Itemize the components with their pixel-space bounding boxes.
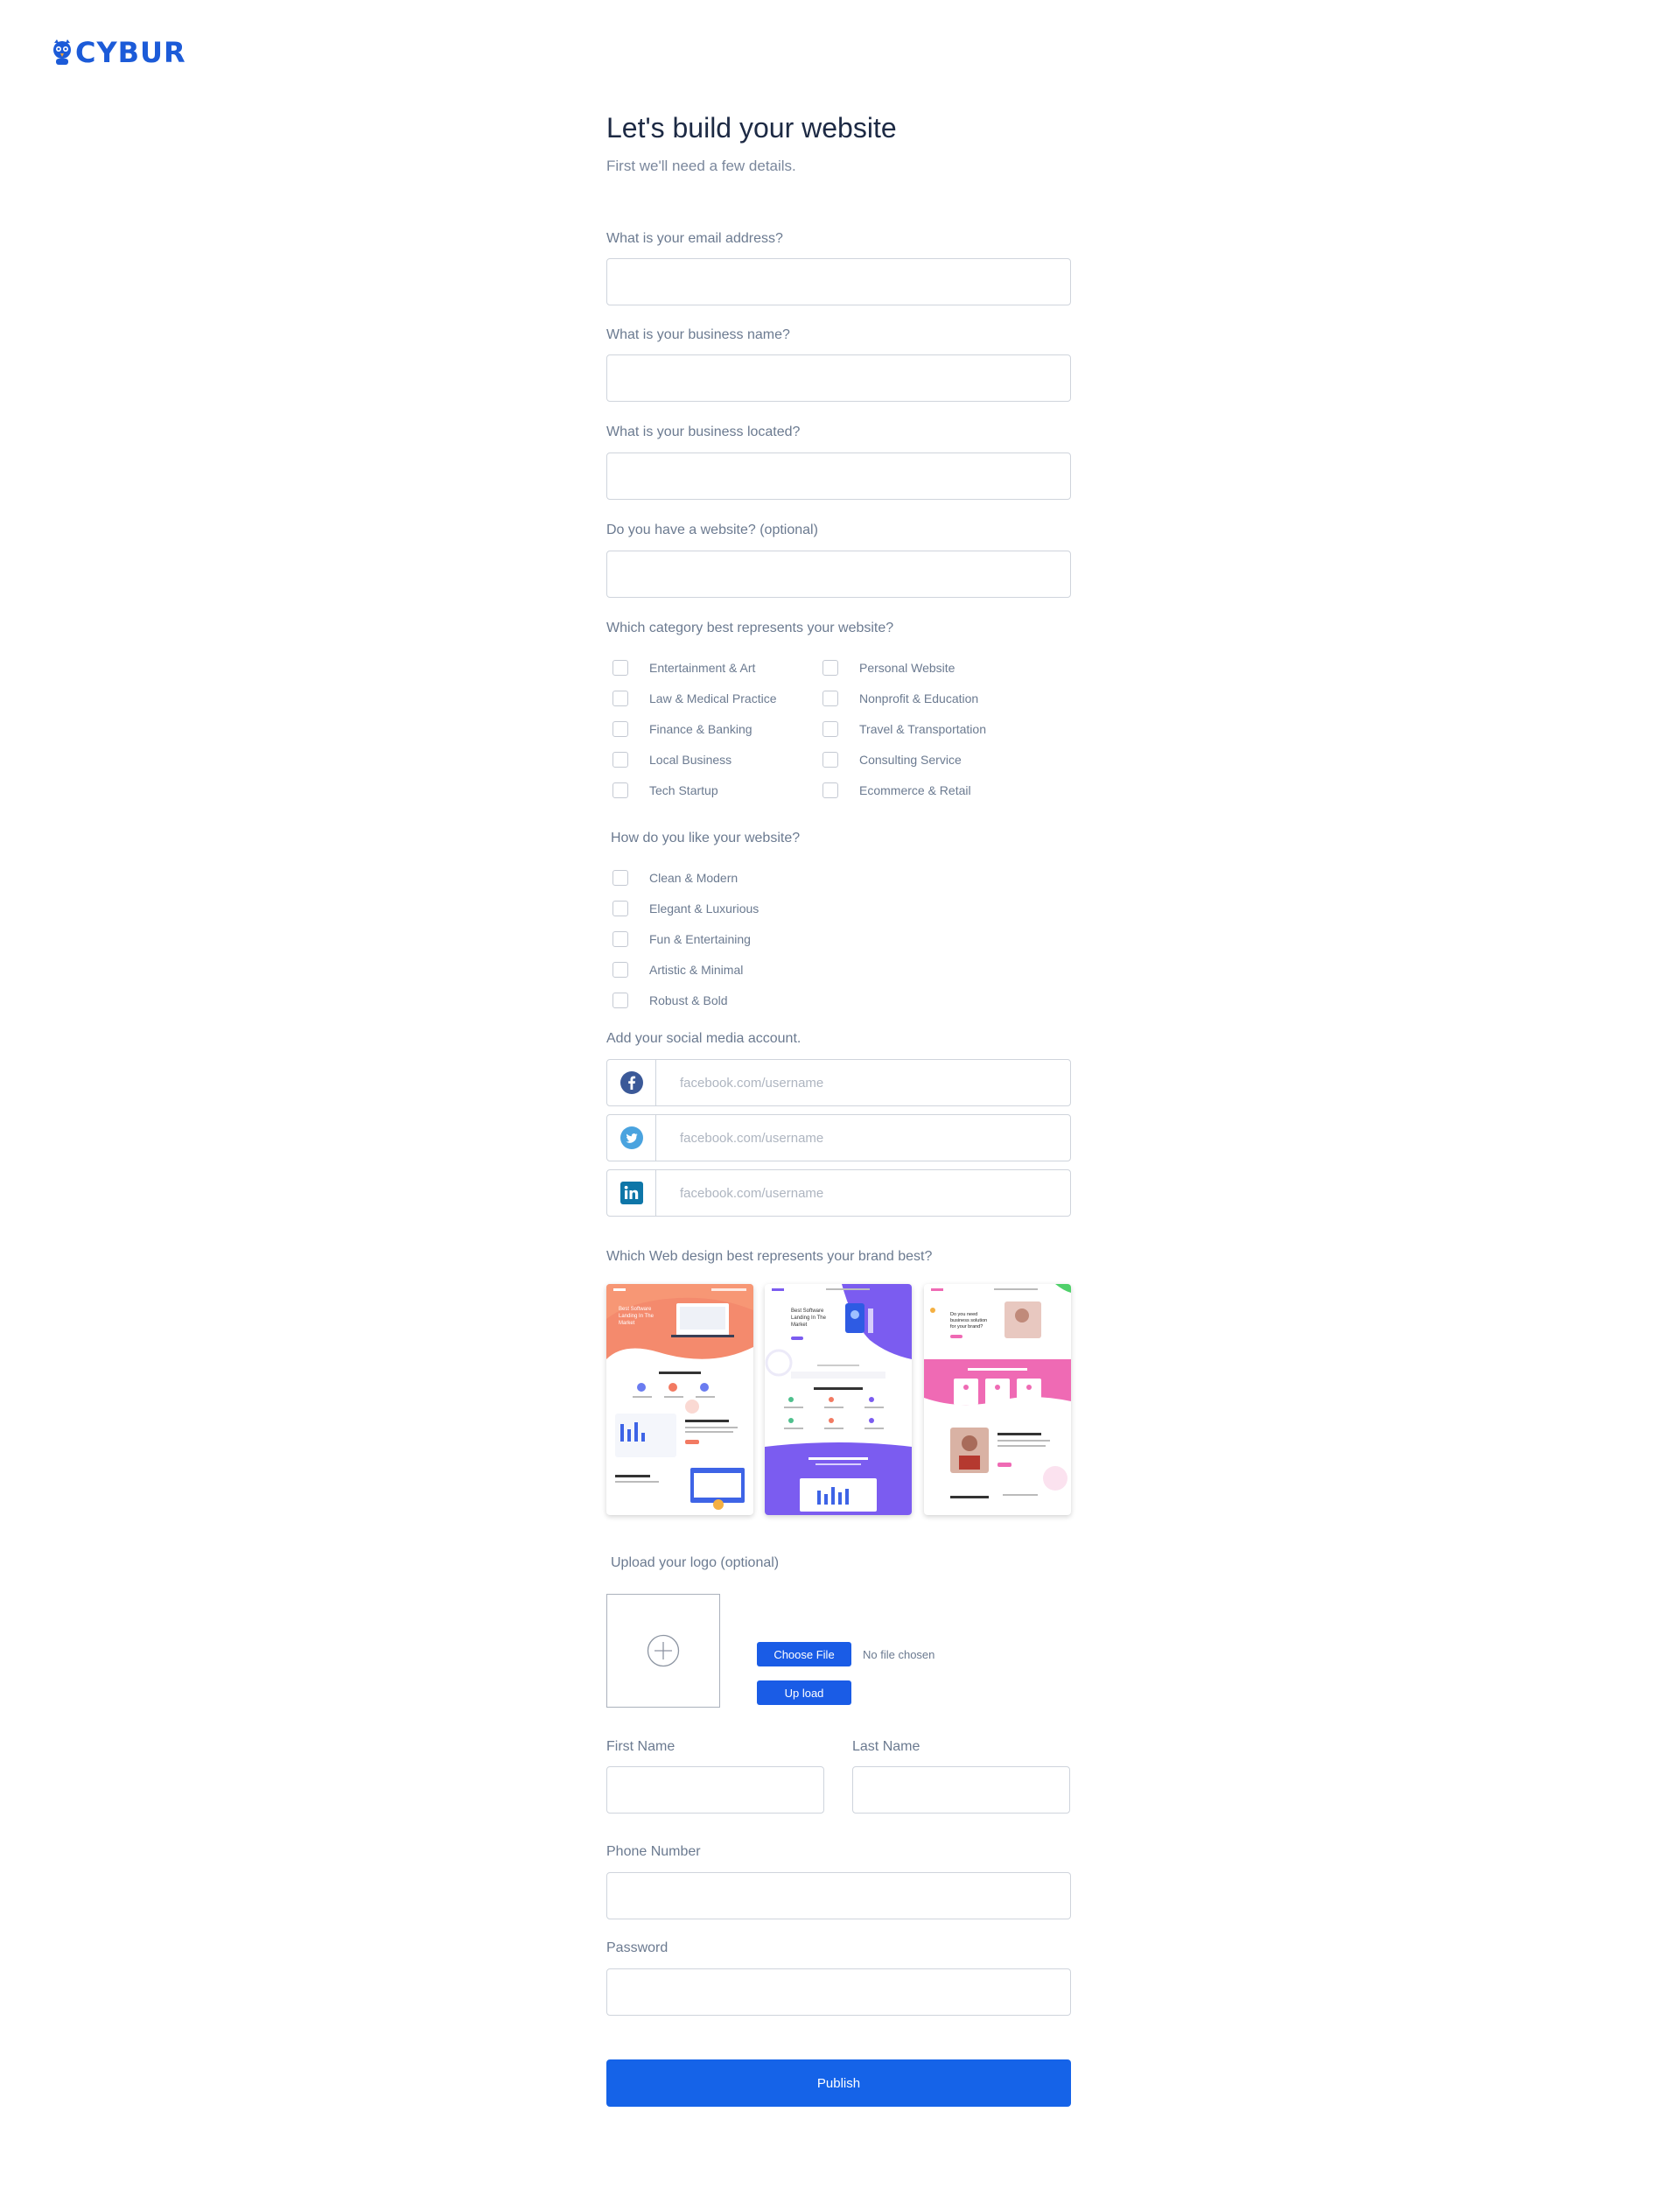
checkbox[interactable] [822, 660, 838, 676]
category-option[interactable]: Local Business [612, 751, 732, 768]
category-option[interactable]: Ecommerce & Retail [822, 782, 971, 799]
business-name-field[interactable] [606, 354, 1071, 402]
facebook-input[interactable] [656, 1060, 1070, 1105]
category-option[interactable]: Entertainment & Art [612, 659, 755, 677]
category-option[interactable]: Consulting Service [822, 751, 962, 768]
design-preview-image: Do you need business solution for your b… [924, 1284, 1071, 1498]
category-option[interactable]: Personal Website [822, 659, 955, 677]
checkbox[interactable] [612, 782, 628, 798]
category-option[interactable]: Tech Startup [612, 782, 718, 799]
logo-drop-zone[interactable] [606, 1594, 720, 1708]
page-title: Let's build your website [606, 112, 897, 144]
add-icon [647, 1634, 680, 1667]
first-name-label: First Name [606, 1739, 676, 1754]
checkbox[interactable] [822, 752, 838, 768]
template-hero-text: for your brand? [950, 1324, 983, 1330]
password-label: Password [606, 1940, 668, 1955]
category-option[interactable]: Nonprofit & Education [822, 690, 978, 707]
category-question: Which category best represents your webs… [606, 621, 894, 635]
template-hero-text: Landing In The [791, 1315, 827, 1321]
style-option[interactable]: Fun & Entertaining [612, 930, 751, 948]
checkbox[interactable] [612, 962, 628, 978]
website-field[interactable] [606, 551, 1071, 598]
template-hero-text: Best Software [619, 1307, 652, 1312]
password-field[interactable] [606, 1968, 1071, 2016]
business-name-label: What is your business name? [606, 327, 790, 342]
template-hero-text: business solution [950, 1318, 987, 1323]
business-location-field[interactable] [606, 453, 1071, 500]
upload-button[interactable]: Up load [757, 1680, 851, 1705]
checkbox[interactable] [612, 870, 628, 886]
twitter-input[interactable] [656, 1115, 1070, 1161]
website-label: Do you have a website? (optional) [606, 523, 818, 537]
style-option[interactable]: Artistic & Minimal [612, 961, 743, 979]
social-label: Add your social media account. [606, 1031, 802, 1046]
social-linkedin [606, 1169, 1071, 1217]
design-template-purple[interactable]: Best Software Landing In The Market [765, 1284, 912, 1515]
facebook-icon [607, 1060, 656, 1105]
template-hero-text: Landing In The [619, 1314, 654, 1319]
design-preview-image: Best Software Landing In The Market [606, 1284, 753, 1510]
style-question: How do you like your website? [611, 831, 801, 845]
email-field[interactable] [606, 258, 1071, 305]
checkbox[interactable] [612, 721, 628, 737]
style-option[interactable]: Clean & Modern [612, 869, 738, 887]
style-option[interactable]: Robust & Bold [612, 992, 728, 1009]
checkbox[interactable] [612, 691, 628, 706]
last-name-field[interactable] [852, 1766, 1070, 1814]
linkedin-icon [607, 1170, 656, 1216]
checkbox[interactable] [612, 752, 628, 768]
design-template-pink[interactable]: Do you need business solution for your b… [924, 1284, 1071, 1515]
twitter-icon [607, 1115, 656, 1161]
page-subtitle: First we'll need a few details. [606, 158, 796, 174]
first-name-field[interactable] [606, 1766, 824, 1814]
checkbox[interactable] [612, 931, 628, 947]
phone-field[interactable] [606, 1872, 1071, 1919]
owl-logo-icon [51, 38, 74, 67]
phone-label: Phone Number [606, 1844, 701, 1859]
publish-button[interactable]: Publish [606, 2059, 1071, 2107]
template-hero-text: Market [791, 1323, 808, 1328]
checkbox[interactable] [822, 691, 838, 706]
style-option[interactable]: Elegant & Luxurious [612, 900, 759, 917]
design-preview-image: Best Software Landing In The Market [765, 1284, 912, 1515]
file-status: No file chosen [863, 1648, 935, 1661]
template-hero-text: Market [619, 1321, 635, 1326]
category-option[interactable]: Finance & Banking [612, 720, 752, 738]
choose-file-button[interactable]: Choose File [757, 1642, 851, 1666]
design-question: Which Web design best represents your br… [606, 1249, 933, 1264]
social-twitter [606, 1114, 1071, 1161]
logo-upload-label: Upload your logo (optional) [611, 1555, 780, 1570]
checkbox[interactable] [822, 721, 838, 737]
checkbox[interactable] [612, 993, 628, 1008]
brand-logo[interactable]: CYBUR [51, 35, 186, 70]
checkbox[interactable] [612, 901, 628, 916]
checkbox[interactable] [822, 782, 838, 798]
brand-name: CYBUR [75, 36, 186, 69]
template-hero-text: Best Software [791, 1308, 824, 1314]
design-template-coral[interactable]: Best Software Landing In The Market [606, 1284, 753, 1515]
category-option[interactable]: Travel & Transportation [822, 720, 986, 738]
category-option[interactable]: Law & Medical Practice [612, 690, 777, 707]
social-facebook [606, 1059, 1071, 1106]
last-name-label: Last Name [852, 1739, 920, 1754]
linkedin-input[interactable] [656, 1170, 1070, 1216]
business-location-label: What is your business located? [606, 424, 801, 439]
email-label: What is your email address? [606, 231, 783, 246]
checkbox[interactable] [612, 660, 628, 676]
template-hero-text: Do you need [950, 1312, 977, 1317]
